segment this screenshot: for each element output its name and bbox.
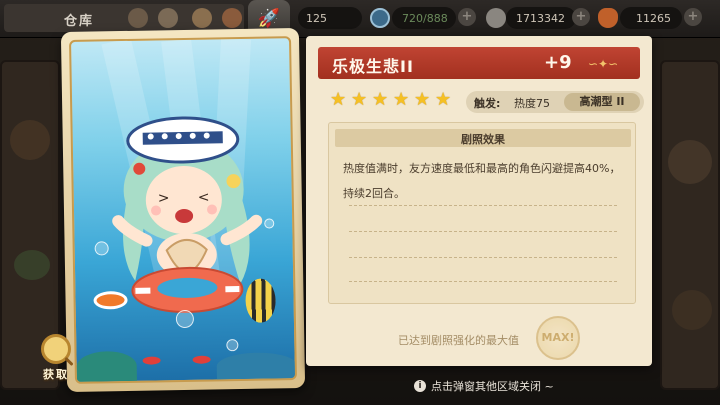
card-illustration: > < — [69, 36, 297, 384]
star-icon: ★ — [351, 89, 368, 110]
carrot-count: 11265 — [636, 11, 671, 25]
page-title: 仓库 — [64, 14, 95, 29]
stamina-icon — [370, 8, 390, 28]
stamina-count: 720/888 — [402, 11, 448, 25]
ornament-icon: ∽✦∽ — [588, 57, 619, 71]
obtain-button[interactable]: 获取 — [38, 334, 74, 390]
close-hint: i 点击弹窗其他区域关闭 ~ — [414, 378, 554, 394]
star-icon: ★ — [393, 89, 410, 110]
effect-title: 剧照效果 — [461, 133, 505, 146]
star-icon: ★ — [330, 89, 347, 110]
ticket-count: 125 — [306, 11, 327, 25]
bubble — [264, 218, 275, 229]
divider — [349, 231, 617, 232]
add-coin-button[interactable]: + — [572, 8, 590, 26]
obtain-label: 获取 — [43, 368, 69, 381]
angelfish-illustration — [245, 278, 276, 323]
bear-icon — [128, 8, 148, 28]
info-icon: i — [414, 380, 426, 392]
effect-title-bar: 剧照效果 — [335, 129, 631, 147]
coin-count: 1713342 — [516, 11, 565, 25]
enhance-level: +9 — [544, 52, 572, 73]
star-rating: ★ ★ ★ ★ ★ ★ — [330, 91, 453, 109]
chibi-character-illustration: > < — [112, 116, 263, 313]
coral — [216, 352, 297, 380]
coral — [76, 350, 137, 382]
panel-header: 乐极生悲II +9 ∽✦∽ — [318, 47, 640, 79]
chest-icon — [222, 8, 242, 28]
svg-text:>: > — [158, 190, 170, 206]
effect-description: 热度值满时，友方速度最低和最高的角色闪避提高40%，持续2回合。 — [343, 162, 621, 200]
coin-icon — [486, 8, 506, 28]
star-icon: ★ — [414, 89, 431, 110]
box-icon — [192, 8, 212, 28]
star-icon: ★ — [372, 89, 389, 110]
divider — [349, 205, 617, 206]
photo-card: > < — [60, 27, 306, 393]
max-level-text: 已达到剧照强化的最大值 — [398, 334, 519, 347]
photo-title: 乐极生悲II — [332, 57, 414, 76]
divider — [349, 257, 617, 258]
trigger-label: 触发: — [474, 97, 501, 110]
divider — [349, 281, 617, 282]
close-hint-text: 点击弹窗其他区域关闭 ~ — [431, 380, 554, 393]
trigger-value: 热度75 — [514, 97, 550, 110]
magnifier-icon — [41, 334, 71, 364]
type-badge: 高潮型 II — [564, 93, 640, 111]
rocket-icon: 🚀 — [257, 7, 281, 29]
add-carrot-button[interactable]: + — [684, 8, 702, 26]
max-seal-stamp: MAX! — [536, 316, 580, 360]
star-icon: ★ — [435, 89, 452, 110]
info-panel: 乐极生悲II +9 ∽✦∽ ★ ★ ★ ★ ★ ★ 触发: 热度75 高潮型 I… — [306, 36, 652, 366]
effect-box: 剧照效果 热度值满时，友方速度最低和最高的角色闪避提高40%，持续2回合。 — [328, 122, 636, 304]
trigger-info: 触发: 热度75 高潮型 II — [466, 91, 644, 113]
svg-text:<: < — [198, 190, 210, 206]
flower-icon — [158, 8, 178, 28]
carrot-icon — [598, 8, 618, 28]
add-stamina-button[interactable]: + — [458, 8, 476, 26]
